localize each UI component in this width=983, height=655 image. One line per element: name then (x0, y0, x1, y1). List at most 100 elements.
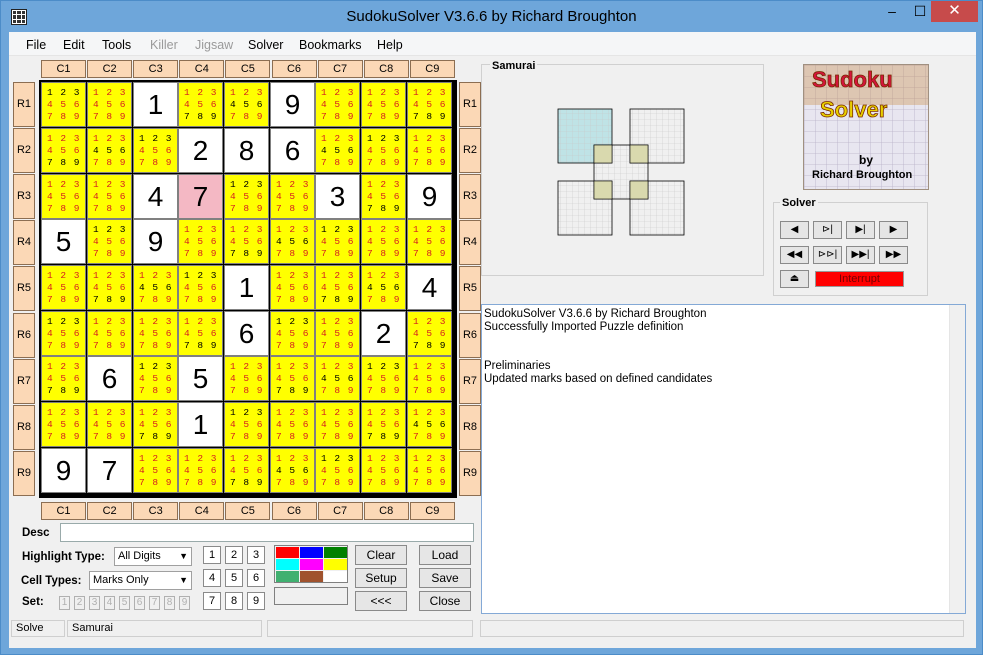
digit-button[interactable]: 3 (247, 546, 265, 564)
row-header[interactable]: R6 (459, 312, 481, 358)
color-swatch[interactable] (300, 571, 323, 582)
candidate-cell[interactable]: 1 2 34 5 67 8 9 (133, 265, 178, 310)
save-button[interactable]: Save (419, 568, 471, 588)
candidate-cell[interactable]: 1 2 34 5 67 8 9 (270, 265, 315, 310)
minimize-button[interactable]: – (878, 1, 906, 22)
row-header[interactable]: R1 (13, 82, 35, 127)
desc-input[interactable] (60, 523, 474, 542)
column-header[interactable]: C4 (179, 502, 225, 520)
interrupt-button[interactable]: Interrupt (815, 271, 904, 287)
solved-cell[interactable]: 6 (270, 128, 315, 173)
column-header[interactable]: C3 (133, 60, 179, 78)
column-header[interactable]: C1 (41, 60, 86, 78)
solved-cell[interactable]: 8 (224, 128, 269, 173)
solved-cell[interactable]: 2 (178, 128, 223, 173)
candidate-cell[interactable]: 1 2 34 5 67 8 9 (178, 448, 223, 493)
set-digit-box[interactable]: 3 (89, 596, 100, 610)
column-header[interactable]: C9 (409, 502, 455, 520)
close-window-button[interactable]: ✕ (931, 1, 978, 22)
color-swatch[interactable] (276, 547, 299, 558)
candidate-cell[interactable]: 1 2 34 5 67 8 9 (133, 128, 178, 173)
candidate-cell[interactable]: 1 2 34 5 67 8 9 (178, 311, 223, 356)
candidate-cell[interactable]: 1 2 34 5 67 8 9 (361, 402, 406, 447)
candidate-cell[interactable]: 1 2 34 5 67 8 9 (315, 356, 360, 401)
color-swatch[interactable] (300, 559, 323, 570)
solved-cell[interactable]: 3 (315, 174, 360, 219)
row-header[interactable]: R1 (459, 82, 481, 127)
digit-button[interactable]: 1 (203, 546, 221, 564)
candidate-cell[interactable]: 1 2 34 5 67 8 9 (270, 174, 315, 219)
candidate-cell[interactable]: 1 2 34 5 67 8 9 (87, 265, 132, 310)
set-digit-box[interactable]: 1 (59, 596, 70, 610)
column-header[interactable]: C8 (363, 502, 409, 520)
set-digit-box[interactable]: 9 (179, 596, 190, 610)
candidate-cell[interactable]: 1 2 34 5 67 8 9 (41, 402, 86, 447)
candidate-cell[interactable]: 1 2 34 5 67 8 9 (407, 402, 452, 447)
column-header[interactable]: C2 (87, 502, 133, 520)
eject-button[interactable]: ⏏ (780, 270, 809, 288)
candidate-cell[interactable]: 1 2 34 5 67 8 9 (361, 82, 406, 127)
candidate-cell[interactable]: 1 2 34 5 67 8 9 (407, 448, 452, 493)
column-header[interactable]: C7 (317, 60, 363, 78)
candidate-cell[interactable]: 1 2 34 5 67 8 9 (361, 219, 406, 264)
menu-bookmarks[interactable]: Bookmarks (299, 38, 362, 52)
play-button[interactable]: ▶ (879, 221, 908, 239)
candidate-cell[interactable]: 1 2 34 5 67 8 9 (315, 311, 360, 356)
column-header[interactable]: C6 (271, 502, 317, 520)
set-digit-box[interactable]: 5 (119, 596, 130, 610)
row-header[interactable]: R4 (13, 220, 35, 266)
column-header[interactable]: C1 (41, 502, 86, 520)
candidate-cell[interactable]: 1 2 34 5 67 8 9 (270, 356, 315, 401)
candidate-cell[interactable]: 1 2 34 5 67 8 9 (224, 402, 269, 447)
candidate-cell[interactable]: 1 2 34 5 67 8 9 (270, 311, 315, 356)
column-header[interactable]: C4 (179, 60, 225, 78)
close-button[interactable]: Close (419, 591, 471, 611)
candidate-cell[interactable]: 1 2 34 5 67 8 9 (270, 219, 315, 264)
row-header[interactable]: R9 (459, 450, 481, 496)
step-hint-button[interactable]: ⊳| (813, 221, 842, 239)
solved-cell[interactable]: 4 (133, 174, 178, 219)
column-header[interactable]: C7 (317, 502, 363, 520)
column-header[interactable]: C3 (133, 502, 179, 520)
candidate-cell[interactable]: 1 2 34 5 67 8 9 (315, 82, 360, 127)
column-header[interactable]: C8 (363, 60, 409, 78)
color-swatch[interactable] (324, 547, 347, 558)
column-header[interactable]: C2 (87, 60, 133, 78)
candidate-cell[interactable]: 1 2 34 5 67 8 9 (41, 311, 86, 356)
solved-cell[interactable]: 1 (178, 402, 223, 447)
candidate-cell[interactable]: 1 2 34 5 67 8 9 (41, 265, 86, 310)
menu-solver[interactable]: Solver (248, 38, 283, 52)
candidate-cell[interactable]: 1 2 34 5 67 8 9 (361, 128, 406, 173)
set-digit-box[interactable]: 2 (74, 596, 85, 610)
candidate-cell[interactable]: 1 2 34 5 67 8 9 (87, 82, 132, 127)
menu-file[interactable]: File (26, 38, 46, 52)
candidate-cell[interactable]: 1 2 34 5 67 8 9 (87, 402, 132, 447)
step-back-button[interactable]: ◀ (780, 221, 809, 239)
digit-button[interactable]: 6 (247, 569, 265, 587)
solved-cell[interactable]: 5 (178, 356, 223, 401)
rewind-button[interactable]: ◀◀ (780, 246, 809, 264)
menu-tools[interactable]: Tools (102, 38, 131, 52)
candidate-cell[interactable]: 1 2 34 5 67 8 9 (407, 82, 452, 127)
back-button[interactable]: <<< (355, 591, 407, 611)
color-swatch[interactable] (324, 559, 347, 570)
column-header[interactable]: C5 (225, 502, 271, 520)
row-header[interactable]: R2 (13, 128, 35, 174)
menu-jigsaw[interactable]: Jigsaw (195, 38, 233, 52)
candidate-cell[interactable]: 1 2 34 5 67 8 9 (361, 356, 406, 401)
candidate-cell[interactable]: 1 2 34 5 67 8 9 (224, 448, 269, 493)
clear-button[interactable]: Clear (355, 545, 407, 565)
candidate-cell[interactable]: 1 2 34 5 67 8 9 (133, 448, 178, 493)
color-swatch[interactable] (276, 571, 299, 582)
set-digit-box[interactable]: 4 (104, 596, 115, 610)
candidate-cell[interactable]: 1 2 34 5 67 8 9 (407, 219, 452, 264)
setup-button[interactable]: Setup (355, 568, 407, 588)
solved-cell[interactable]: 9 (270, 82, 315, 127)
row-header[interactable]: R2 (459, 128, 481, 174)
set-digit-box[interactable]: 6 (134, 596, 145, 610)
digit-button[interactable]: 4 (203, 569, 221, 587)
row-header[interactable]: R5 (459, 266, 481, 312)
candidate-cell[interactable]: 1 2 34 5 67 8 9 (270, 402, 315, 447)
candidate-cell[interactable]: 1 2 34 5 67 8 9 (87, 174, 132, 219)
column-header[interactable]: C9 (409, 60, 455, 78)
